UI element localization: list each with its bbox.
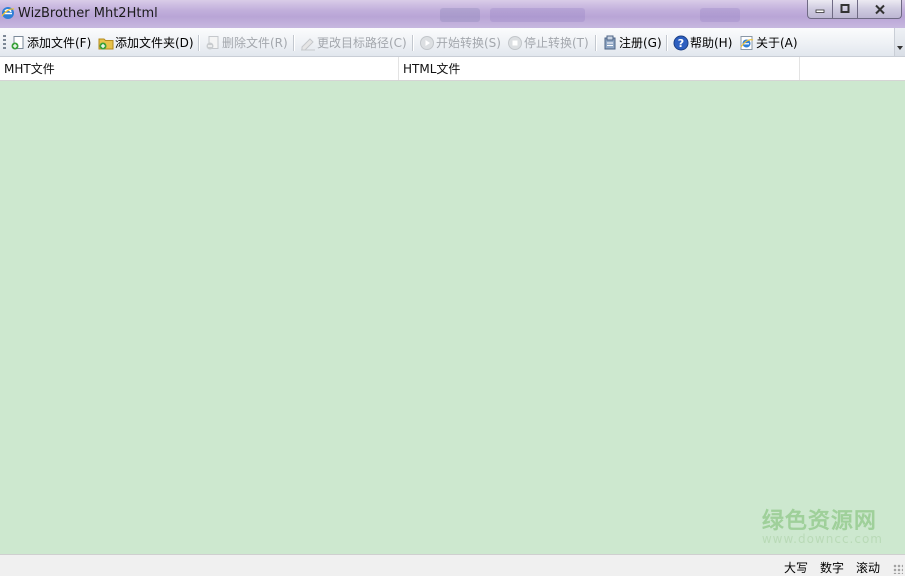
- change-target-path-label: 更改目标路径(C): [317, 36, 407, 50]
- change-target-path-button[interactable]: 更改目标路径(C): [300, 33, 407, 52]
- about-icon: [740, 35, 754, 50]
- toolbar-grip[interactable]: [3, 35, 6, 50]
- main-toolbar: 添加文件(F) 添加文件夹(D) 删除文件(R) 更改目标路径(C) 开始转换(…: [0, 28, 905, 57]
- add-folder-button[interactable]: 添加文件夹(D): [98, 33, 194, 52]
- add-file-button[interactable]: 添加文件(F): [10, 33, 91, 52]
- minimize-icon: [815, 9, 825, 13]
- toolbar-separator: [666, 35, 668, 51]
- change-path-icon: [301, 37, 315, 50]
- maximize-icon: [840, 4, 850, 13]
- minimize-button[interactable]: [807, 0, 833, 19]
- window-title: WizBrother Mht2Html: [18, 6, 158, 21]
- toolbar-overflow-button[interactable]: [894, 28, 905, 56]
- maximize-button[interactable]: [833, 0, 858, 19]
- background-blur: [700, 8, 740, 22]
- help-label: 帮助(H): [690, 36, 733, 50]
- svg-text:?: ?: [678, 37, 684, 50]
- list-body[interactable]: 绿色资源网 www.downcc.com: [0, 81, 905, 554]
- title-bar[interactable]: WizBrother Mht2Html: [0, 0, 905, 28]
- watermark-url: www.downcc.com: [761, 532, 883, 546]
- delete-file-icon: [206, 35, 219, 49]
- column-header-html[interactable]: HTML文件: [399, 57, 800, 80]
- background-blur: [440, 8, 480, 22]
- help-button[interactable]: ? 帮助(H): [673, 33, 732, 52]
- start-convert-label: 开始转换(S): [436, 36, 501, 50]
- add-file-label: 添加文件(F): [27, 36, 92, 50]
- add-file-icon: [11, 35, 24, 49]
- close-button[interactable]: [858, 0, 902, 19]
- num-lock-indicator: 数字: [820, 561, 845, 575]
- column-header-mht[interactable]: MHT文件: [0, 57, 399, 80]
- resize-grip[interactable]: [893, 564, 903, 574]
- stop-convert-label: 停止转换(T): [524, 36, 589, 50]
- list-header: MHT文件 HTML文件: [0, 57, 905, 81]
- close-icon: [874, 4, 885, 14]
- caps-lock-indicator: 大写: [784, 561, 809, 575]
- toolbar-separator: [293, 35, 295, 51]
- background-blur: [490, 8, 585, 22]
- watermark-title: 绿色资源网: [761, 509, 877, 534]
- window-controls: [807, 0, 902, 20]
- add-folder-label: 添加文件夹(D): [115, 36, 194, 50]
- toolbar-separator: [595, 35, 597, 51]
- register-icon: [604, 35, 616, 49]
- chevron-down-icon: [897, 46, 903, 50]
- start-icon: [420, 35, 434, 50]
- status-bar: 大写 数字 滚动: [0, 554, 905, 576]
- ie-app-icon: [1, 6, 15, 20]
- watermark: 绿色资源网 www.downcc.com: [762, 503, 883, 546]
- register-button[interactable]: 注册(G): [602, 33, 662, 52]
- column-header-empty[interactable]: [800, 57, 905, 80]
- file-list[interactable]: MHT文件 HTML文件 绿色资源网 www.downcc.com: [0, 57, 905, 554]
- add-folder-icon: [98, 38, 114, 49]
- delete-file-label: 删除文件(R): [222, 36, 288, 50]
- scroll-lock-indicator: 滚动: [856, 561, 881, 575]
- stop-icon: [508, 35, 522, 50]
- help-icon: ?: [673, 35, 689, 50]
- register-label: 注册(G): [619, 36, 662, 50]
- about-button[interactable]: 关于(A): [739, 33, 798, 52]
- toolbar-separator: [412, 35, 414, 51]
- start-convert-button[interactable]: 开始转换(S): [419, 33, 501, 52]
- about-label: 关于(A): [756, 36, 798, 50]
- stop-convert-button[interactable]: 停止转换(T): [507, 33, 589, 52]
- toolbar-separator: [198, 35, 200, 51]
- delete-file-button[interactable]: 删除文件(R): [205, 33, 288, 52]
